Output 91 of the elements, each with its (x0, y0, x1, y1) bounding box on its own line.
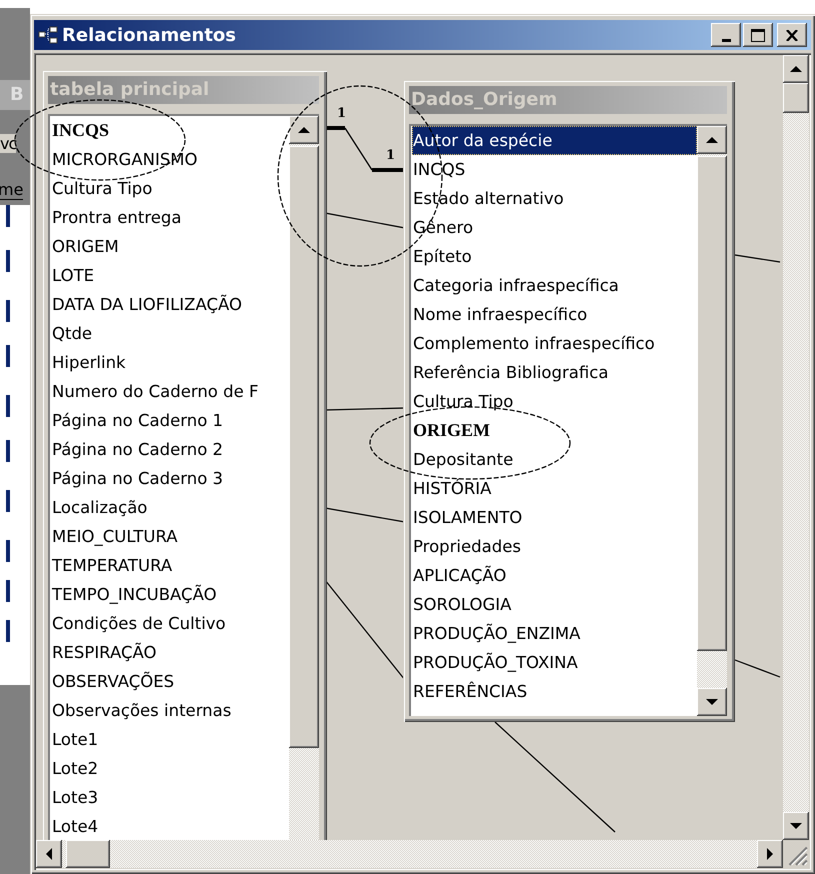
maximize-icon (751, 28, 765, 42)
close-icon (786, 30, 798, 40)
field-item[interactable]: Prontra entrega (51, 203, 289, 232)
scroll-down-button[interactable] (783, 812, 809, 840)
scroll-thumb[interactable] (697, 156, 727, 651)
field-item[interactable]: PRODUÇÃO_TOXINA (412, 648, 697, 677)
field-item[interactable]: MICRORGANISMO (51, 145, 289, 174)
scroll-right-button[interactable] (757, 840, 783, 868)
scroll-thumb[interactable] (289, 146, 319, 748)
field-item[interactable]: INCQS (51, 116, 289, 145)
cut-off-glyph (6, 205, 10, 227)
relationships-icon (38, 26, 58, 44)
cut-off-glyph (6, 580, 10, 602)
field-item[interactable]: HISTÓRIA (412, 474, 697, 503)
cardinality-label: 1 (337, 106, 346, 121)
cut-off-glyph (6, 250, 10, 272)
field-item[interactable]: MEIO_CULTURA (51, 522, 289, 551)
field-item[interactable]: ORIGEM (51, 232, 289, 261)
field-item[interactable]: Estado alternativo (412, 184, 697, 213)
cut-off-glyph (6, 395, 10, 417)
field-item[interactable]: Lote2 (51, 754, 289, 783)
cut-off-glyph (6, 540, 10, 562)
close-button[interactable] (777, 23, 807, 47)
minimize-button[interactable] (711, 23, 741, 47)
vertical-scrollbar[interactable] (783, 55, 809, 840)
scroll-up-button[interactable] (783, 55, 809, 83)
field-item[interactable]: Observações internas (51, 696, 289, 725)
field-item[interactable]: Página no Caderno 2 (51, 435, 289, 464)
cut-off-glyph (6, 490, 10, 512)
field-item[interactable]: Localização (51, 493, 289, 522)
field-item[interactable]: Complemento infraespecífico (412, 329, 697, 358)
scroll-thumb[interactable] (783, 83, 809, 113)
field-label: vc (0, 134, 16, 153)
arrow-up-icon (298, 127, 310, 133)
field-item[interactable]: Autor da espécie (412, 126, 697, 155)
field-item[interactable]: Referência Bibliografica (412, 358, 697, 387)
field-item[interactable]: Depositante (412, 445, 697, 474)
field-item[interactable]: INCQS (412, 155, 697, 184)
field-item[interactable]: Hiperlink (51, 348, 289, 377)
join-line (734, 254, 780, 263)
field-item[interactable]: REFERÊNCIAS (412, 677, 697, 706)
field-item[interactable]: Lote3 (51, 783, 289, 812)
scroll-up-button[interactable] (697, 126, 727, 154)
field-item[interactable]: Epíteto (412, 242, 697, 271)
field-item[interactable]: ORIGEM (412, 416, 697, 445)
field-item[interactable]: Cultura Tipo (412, 387, 697, 416)
field-item[interactable]: RESPIRAÇÃO (51, 638, 289, 667)
field-item[interactable]: Categoria infraespecífica (412, 271, 697, 300)
field-item[interactable]: Nome infraespecífico (412, 300, 697, 329)
join-line (734, 659, 780, 678)
field-item[interactable]: Propriedades (412, 532, 697, 561)
field-item[interactable]: TEMPO_INCUBAÇÃO (51, 580, 289, 609)
arrow-up-icon (706, 137, 718, 143)
field-item[interactable]: OBSERVAÇÕES (51, 667, 289, 696)
arrow-down-icon (790, 823, 802, 829)
minimize-icon (722, 38, 730, 42)
field-item[interactable]: Lote1 (51, 725, 289, 754)
field-item[interactable]: Cultura Tipo (51, 174, 289, 203)
scroll-down-button[interactable] (697, 688, 727, 716)
table-box[interactable] (403, 80, 735, 722)
field-item[interactable]: Gênero (412, 213, 697, 242)
arrow-left-icon (46, 848, 52, 860)
maximize-button[interactable] (743, 23, 773, 47)
field-item[interactable]: Página no Caderno 1 (51, 406, 289, 435)
cut-off-glyph (6, 620, 10, 642)
scroll-up-button[interactable] (289, 116, 319, 144)
cut-off-glyph (6, 345, 10, 367)
cardinality-label: 1 (386, 148, 396, 163)
field-item[interactable]: Condições de Cultivo (51, 609, 289, 638)
scroll-thumb[interactable] (66, 840, 110, 868)
field-item[interactable]: ISOLAMENTO (412, 503, 697, 532)
window-title: Relacionamentos (62, 24, 236, 46)
table-box[interactable] (42, 70, 327, 840)
field-item[interactable]: Lote4 (51, 812, 289, 840)
cut-off-glyph (6, 300, 10, 322)
field-item[interactable]: Numero do Caderno de F (51, 377, 289, 406)
field-item[interactable]: LOTE (51, 261, 289, 290)
cut-off-glyph (6, 440, 10, 462)
field-item[interactable]: Página no Caderno 3 (51, 464, 289, 493)
scroll-left-button[interactable] (36, 840, 62, 868)
window-title: B (10, 84, 24, 105)
field-item[interactable]: PRODUÇÃO_ENZIMA (412, 619, 697, 648)
field-item[interactable]: Qtde (51, 319, 289, 348)
field-item[interactable]: SOROLOGIA (412, 590, 697, 619)
arrow-down-icon (706, 699, 718, 705)
field-item[interactable]: TEMPERATURA (51, 551, 289, 580)
field-item[interactable]: DATA DA LIOFILIZAÇÃO (51, 290, 289, 319)
horizontal-scrollbar[interactable] (36, 840, 783, 868)
field-item[interactable]: APLICAÇÃO (412, 561, 697, 590)
arrow-up-icon (790, 66, 802, 72)
arrow-right-icon (767, 848, 773, 860)
